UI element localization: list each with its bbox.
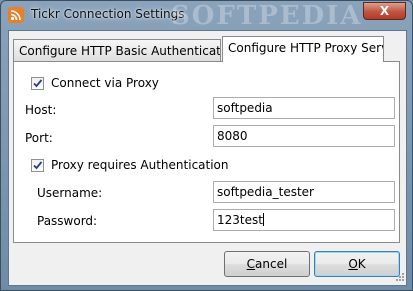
- ok-label-rest: K: [357, 257, 366, 271]
- requires-authentication-label[interactable]: Proxy requires Authentication: [51, 158, 229, 172]
- connect-via-proxy-checkbox[interactable]: [31, 77, 44, 90]
- password-label: Password:: [37, 214, 98, 228]
- username-label: Username:: [37, 186, 103, 200]
- tab-http-basic-authentication[interactable]: Configure HTTP Basic Authentication: [13, 39, 221, 61]
- connect-via-proxy-label[interactable]: Connect via Proxy: [51, 76, 159, 90]
- checkmark-icon: [33, 79, 43, 88]
- proxy-settings-panel: Connect via Proxy Host: softpedia Port: …: [13, 61, 400, 243]
- settings-window: Tickr Connection Settings SOFTPEDIA X Co…: [0, 0, 413, 291]
- host-label: Host:: [25, 103, 57, 117]
- tab-http-proxy-server[interactable]: Configure HTTP Proxy Server: [222, 36, 384, 62]
- requires-authentication-checkbox[interactable]: [31, 159, 44, 172]
- close-button[interactable]: X: [363, 2, 406, 20]
- tab-strip: Configure HTTP Basic Authentication Conf…: [13, 35, 401, 62]
- checkmark-icon: [33, 161, 43, 170]
- title-bar[interactable]: Tickr Connection Settings SOFTPEDIA X: [1, 1, 412, 31]
- username-input[interactable]: softpedia_tester: [213, 181, 395, 203]
- host-value: softpedia: [217, 101, 273, 115]
- cancel-mnemonic: C: [246, 257, 256, 271]
- host-input[interactable]: softpedia: [213, 97, 395, 119]
- port-value: 8080: [217, 129, 248, 143]
- watermark: SOFTPEDIA: [171, 1, 363, 31]
- password-value: 123test: [217, 213, 263, 227]
- port-label: Port:: [25, 131, 53, 145]
- close-icon: X: [379, 4, 390, 18]
- cancel-button[interactable]: Cancel: [224, 251, 310, 277]
- cancel-label-rest: ancel: [255, 257, 288, 271]
- resize-grip-icon[interactable]: [395, 272, 405, 282]
- text-caret: [262, 213, 264, 226]
- ok-mnemonic: O: [348, 257, 358, 271]
- window-title: Tickr Connection Settings: [31, 7, 185, 21]
- username-value: softpedia_tester: [217, 185, 314, 199]
- port-input[interactable]: 8080: [213, 125, 395, 147]
- dialog-body: Configure HTTP Basic Authentication Conf…: [8, 30, 407, 286]
- tab-label: Configure HTTP Proxy Server: [228, 41, 384, 55]
- password-input[interactable]: 123test: [213, 209, 395, 231]
- ok-button[interactable]: OK: [314, 251, 400, 277]
- tab-label: Configure HTTP Basic Authentication: [19, 44, 221, 58]
- rss-feed-icon: [8, 7, 24, 23]
